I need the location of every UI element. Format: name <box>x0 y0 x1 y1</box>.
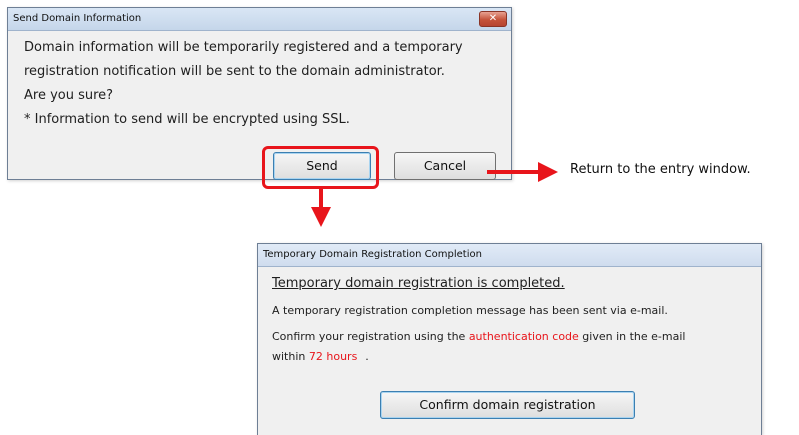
close-icon[interactable]: ✕ <box>479 11 507 27</box>
completion-heading: Temporary domain registration is complet… <box>272 276 565 291</box>
message-line-1: Domain information will be temporarily r… <box>24 40 463 55</box>
message-line-3: Are you sure? <box>24 88 114 103</box>
send-arrow-head <box>311 207 331 227</box>
confirm-instructions: Confirm your registration using the auth… <box>272 330 685 343</box>
hours-text: 72 hours <box>308 350 358 363</box>
message-line-2: registration notification will be sent t… <box>24 64 445 79</box>
dialog-title: Send Domain Information <box>13 13 142 24</box>
within-hours: within 72 hours. <box>272 350 369 363</box>
send-domain-information-dialog: Send Domain Information ✕ Domain informa… <box>7 7 512 180</box>
dialog-title: Temporary Domain Registration Completion <box>263 249 482 260</box>
confirm-suffix: given in the e-mail <box>578 330 686 343</box>
cancel-arrow-line <box>487 170 539 174</box>
confirm-prefix: Confirm your registration using the <box>272 330 469 343</box>
cancel-button[interactable]: Cancel <box>394 152 496 180</box>
dialog-titlebar: Send Domain Information ✕ <box>8 8 511 31</box>
within-prefix: within <box>272 350 309 363</box>
confirm-domain-registration-button[interactable]: Confirm domain registration <box>380 391 635 419</box>
cancel-arrow-head <box>538 162 558 182</box>
send-highlight-box <box>262 146 379 189</box>
sent-message: A temporary registration completion mess… <box>272 304 668 317</box>
auth-code-text: authentication code <box>468 330 579 343</box>
dialog-titlebar: Temporary Domain Registration Completion <box>258 244 761 267</box>
send-arrow-line <box>319 189 323 209</box>
cancel-note: Return to the entry window. <box>570 162 751 177</box>
registration-completion-dialog: Temporary Domain Registration Completion… <box>257 243 762 435</box>
within-suffix: . <box>365 350 369 363</box>
message-line-4: * Information to send will be encrypted … <box>24 112 350 127</box>
